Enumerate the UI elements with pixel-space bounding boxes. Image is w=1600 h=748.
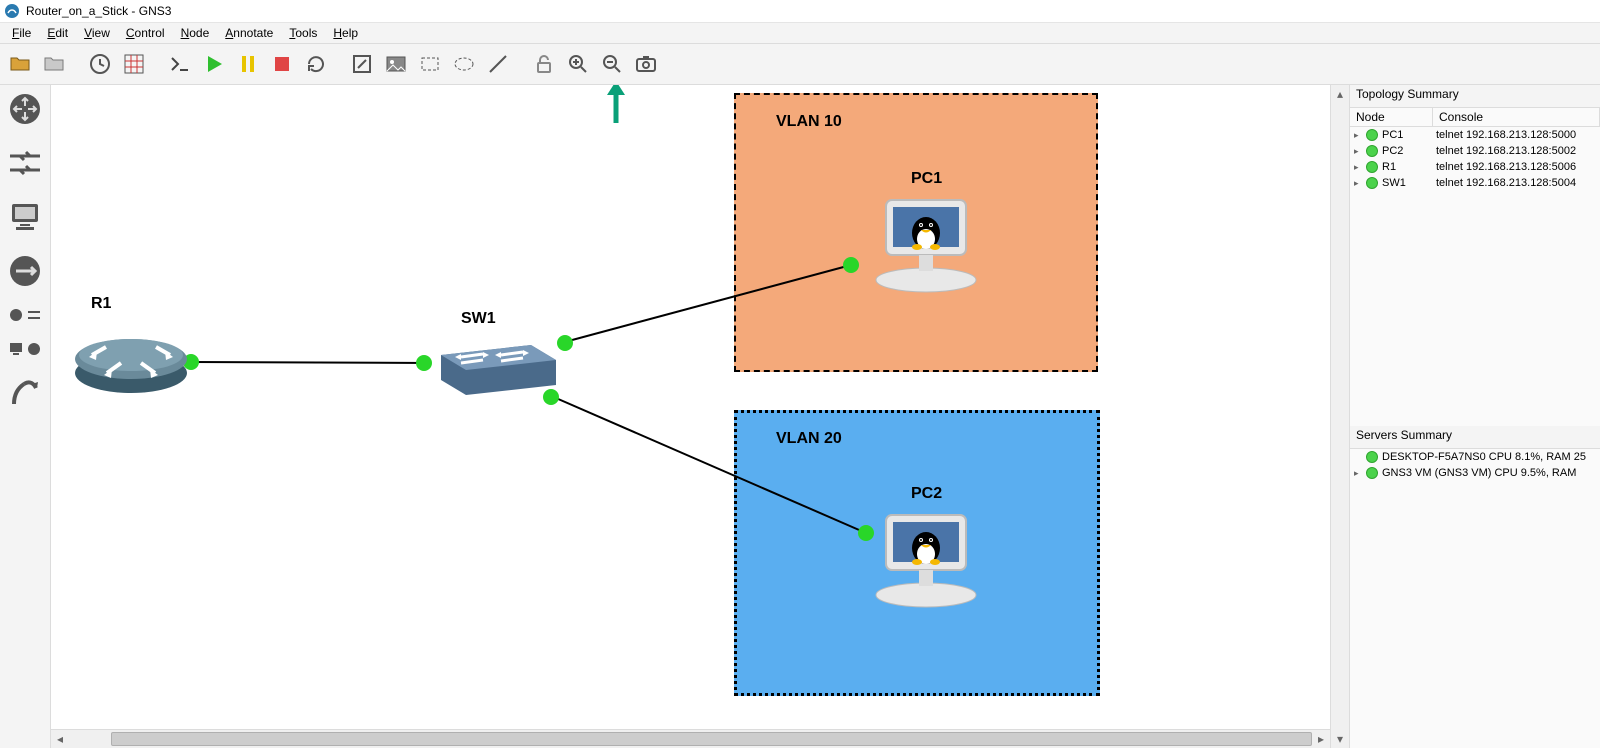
scroll-left-icon[interactable]: ◂ bbox=[51, 730, 69, 748]
col-node[interactable]: Node bbox=[1350, 108, 1433, 126]
zone-vlan20-label: VLAN 20 bbox=[776, 430, 842, 448]
zone-vlan10-label: VLAN 10 bbox=[776, 113, 842, 131]
node-pc2-label: PC2 bbox=[911, 485, 942, 503]
topology-summary-header: Topology Summary bbox=[1350, 85, 1600, 108]
save-project-button[interactable] bbox=[40, 50, 68, 78]
titlebar: Router_on_a_Stick - GNS3 bbox=[0, 0, 1600, 23]
menu-node[interactable]: Node bbox=[175, 25, 216, 41]
screenshot-button[interactable] bbox=[632, 50, 660, 78]
reload-all-button[interactable] bbox=[302, 50, 330, 78]
annotation-arrow bbox=[601, 85, 631, 128]
servers-summary-header: Servers Summary bbox=[1350, 426, 1600, 449]
vertical-scrollbar[interactable]: ▴ ▾ bbox=[1330, 85, 1349, 748]
zoom-out-button[interactable] bbox=[598, 50, 626, 78]
switch-category-icon[interactable] bbox=[7, 145, 43, 181]
node-sw1[interactable] bbox=[431, 335, 561, 403]
server-row-local[interactable]: ▸DESKTOP-F5A7NS0 CPU 8.1%, RAM 25 bbox=[1350, 449, 1600, 465]
start-all-button[interactable] bbox=[200, 50, 228, 78]
node-sw1-label: SW1 bbox=[461, 310, 496, 328]
horizontal-scrollbar[interactable]: ◂ ▸ bbox=[51, 729, 1330, 748]
menu-edit[interactable]: Edit bbox=[41, 25, 74, 41]
draw-ellipse-button[interactable] bbox=[450, 50, 478, 78]
status-dot-icon bbox=[1366, 161, 1378, 173]
toolbar bbox=[0, 43, 1600, 85]
right-panels: Topology Summary Node Console ▸PC1telnet… bbox=[1349, 85, 1600, 748]
topology-summary-columns: Node Console bbox=[1350, 108, 1600, 127]
hscroll-thumb[interactable] bbox=[111, 732, 1312, 746]
servers-summary-body: ▸DESKTOP-F5A7NS0 CPU 8.1%, RAM 25 ▸GNS3 … bbox=[1350, 449, 1600, 748]
mini-icon-1[interactable] bbox=[8, 307, 24, 323]
link-tool-icon[interactable] bbox=[7, 375, 43, 411]
menu-view[interactable]: View bbox=[78, 25, 116, 41]
node-pc1-label: PC1 bbox=[911, 170, 942, 188]
status-dot-icon bbox=[1366, 451, 1378, 463]
node-pc2[interactable] bbox=[871, 510, 981, 613]
menu-tools[interactable]: Tools bbox=[283, 25, 323, 41]
insert-picture-button[interactable] bbox=[382, 50, 410, 78]
node-r1-label: R1 bbox=[91, 295, 111, 313]
router-category-icon[interactable] bbox=[7, 91, 43, 127]
snapshot-clock-button[interactable] bbox=[86, 50, 114, 78]
col-console[interactable]: Console bbox=[1433, 108, 1600, 126]
security-category-icon[interactable] bbox=[7, 253, 43, 289]
topology-summary-body: ▸PC1telnet 192.168.213.128:5000 ▸PC2teln… bbox=[1350, 127, 1600, 426]
add-note-button[interactable] bbox=[348, 50, 376, 78]
lock-button[interactable] bbox=[530, 50, 558, 78]
mini-icon-2[interactable] bbox=[26, 307, 42, 323]
menu-file[interactable]: File bbox=[6, 25, 37, 41]
status-dot-icon bbox=[1366, 145, 1378, 157]
menu-annotate[interactable]: Annotate bbox=[219, 25, 279, 41]
menubar: File Edit View Control Node Annotate Too… bbox=[0, 23, 1600, 43]
draw-rectangle-button[interactable] bbox=[416, 50, 444, 78]
topo-row-pc2[interactable]: ▸PC2telnet 192.168.213.128:5002 bbox=[1350, 143, 1600, 159]
status-dot-icon bbox=[1366, 467, 1378, 479]
node-r1[interactable] bbox=[71, 325, 191, 398]
app-icon bbox=[4, 3, 20, 19]
draw-line-button[interactable] bbox=[484, 50, 512, 78]
scroll-down-icon[interactable]: ▾ bbox=[1331, 730, 1349, 748]
open-project-button[interactable] bbox=[6, 50, 34, 78]
topology-canvas[interactable]: VLAN 10 VLAN 20 R1 bbox=[51, 85, 1330, 729]
mini-icon-4[interactable] bbox=[26, 341, 42, 357]
menu-help[interactable]: Help bbox=[327, 25, 364, 41]
topo-row-r1[interactable]: ▸R1telnet 192.168.213.128:5006 bbox=[1350, 159, 1600, 175]
show-grid-button[interactable] bbox=[120, 50, 148, 78]
stop-all-button[interactable] bbox=[268, 50, 296, 78]
topo-row-sw1[interactable]: ▸SW1telnet 192.168.213.128:5004 bbox=[1350, 175, 1600, 191]
menu-control[interactable]: Control bbox=[120, 25, 171, 41]
status-dot-icon bbox=[1366, 177, 1378, 189]
enddevice-category-icon[interactable] bbox=[7, 199, 43, 235]
pause-all-button[interactable] bbox=[234, 50, 262, 78]
topo-row-pc1[interactable]: ▸PC1telnet 192.168.213.128:5000 bbox=[1350, 127, 1600, 143]
window-title: Router_on_a_Stick - GNS3 bbox=[26, 4, 171, 18]
console-all-button[interactable] bbox=[166, 50, 194, 78]
status-dot-icon bbox=[1366, 129, 1378, 141]
node-pc1[interactable] bbox=[871, 195, 981, 298]
device-dock bbox=[0, 85, 51, 748]
scroll-right-icon[interactable]: ▸ bbox=[1312, 730, 1330, 748]
server-row-vm[interactable]: ▸GNS3 VM (GNS3 VM) CPU 9.5%, RAM bbox=[1350, 465, 1600, 481]
zoom-in-button[interactable] bbox=[564, 50, 592, 78]
mini-icon-3[interactable] bbox=[8, 341, 24, 357]
scroll-up-icon[interactable]: ▴ bbox=[1331, 85, 1349, 103]
